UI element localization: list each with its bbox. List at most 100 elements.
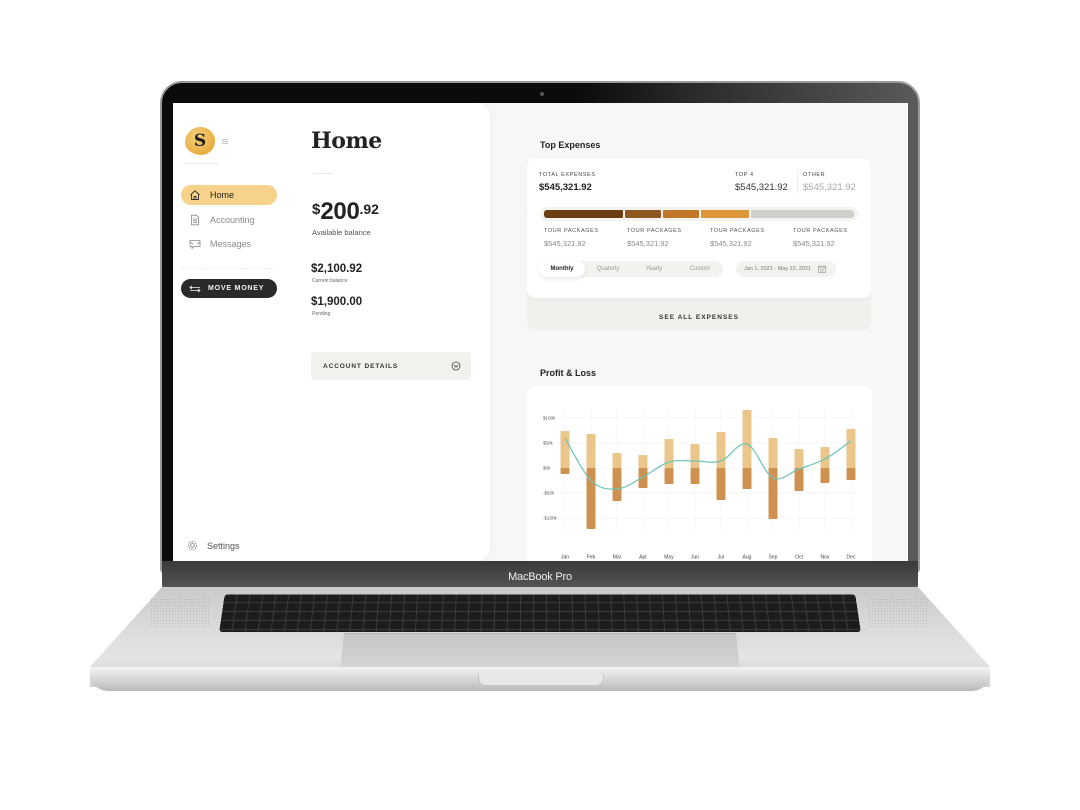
- available-balance-label: Available balance: [312, 228, 371, 237]
- move-money-button[interactable]: MOVE MONEY: [181, 279, 277, 298]
- camera-icon: [540, 92, 544, 96]
- move-money-label: MOVE MONEY: [208, 285, 265, 292]
- category-label: TOUR PACKAGES: [793, 228, 848, 234]
- top4-label: TOP 4: [735, 172, 754, 178]
- menu-icon[interactable]: [222, 139, 228, 144]
- x-tick-label: Oct: [795, 555, 803, 561]
- tab-quarterly[interactable]: Quaterly: [585, 261, 631, 277]
- net-profit-line: [564, 437, 852, 490]
- y-tick-label: $50k: [543, 441, 554, 446]
- lid-notch: [478, 674, 604, 686]
- expense-bar: [794, 468, 804, 491]
- sidebar-item-label: Home: [210, 190, 235, 200]
- x-tick-label: Jun: [691, 555, 699, 561]
- expense-segment: [662, 210, 699, 218]
- expense-bar: [742, 468, 752, 489]
- messages-icon: [189, 238, 201, 250]
- pending-label: Pending: [312, 311, 331, 317]
- x-tick-label: May: [664, 555, 674, 561]
- expense-bar: [846, 468, 856, 480]
- title-divider: [313, 173, 333, 174]
- category-value: $545,321.92: [544, 239, 586, 248]
- total-expenses-label: TOTAL EXPENSES: [539, 172, 596, 178]
- category-label: TOUR PACKAGES: [710, 228, 765, 234]
- total-expenses-value: $545,321.92: [539, 182, 592, 193]
- y-tick-label: -$100k: [543, 516, 558, 521]
- keyboard: [219, 594, 861, 632]
- speaker-grille-right: [868, 598, 928, 628]
- gear-icon: [188, 541, 197, 550]
- category-value: $545,321.92: [793, 239, 835, 248]
- balance-currency: $: [312, 201, 321, 218]
- income-bar: [716, 432, 726, 468]
- category-value: $545,321.92: [627, 239, 669, 248]
- account-details-button[interactable]: ACCOUNT DETAILS: [311, 352, 471, 380]
- calendar-icon: [818, 265, 826, 273]
- expense-bar: [716, 468, 726, 500]
- profit-loss-chart: $100k $50k $0k -$50k -$100k Jan Feb Mar Apr May Ju…: [543, 408, 857, 561]
- expense-bar: [664, 468, 674, 484]
- chevron-down-circle-icon: [451, 361, 461, 371]
- x-tick-label: Aug: [743, 555, 752, 561]
- expense-bar: [690, 468, 700, 484]
- expense-segment: [751, 210, 854, 218]
- date-range-picker[interactable]: Jan 1, 2021 - May 10, 2021: [736, 261, 836, 277]
- date-range-text: Jan 1, 2021 - May 10, 2021: [744, 266, 811, 272]
- x-tick-label: Jan: [561, 555, 569, 561]
- top-expenses-title: Top Expenses: [540, 140, 601, 150]
- y-tick-label: $100k: [543, 416, 556, 421]
- top-expenses-card: TOTAL EXPENSES $545,321.92 TOP 4 $545,32…: [527, 158, 871, 298]
- home-icon: [189, 189, 201, 201]
- x-tick-label: Apr: [639, 555, 647, 561]
- tab-yearly[interactable]: Yearly: [631, 261, 677, 277]
- balance-integer: 200: [320, 198, 360, 225]
- sidebar-item-label: Messages: [210, 239, 252, 249]
- current-balance-value: $2,100.92: [311, 263, 363, 275]
- sidebar-item-messages[interactable]: Messages: [181, 234, 277, 254]
- income-bar: [742, 410, 752, 468]
- see-all-expenses-label: SEE ALL EXPENSES: [659, 314, 739, 321]
- logo-divider: [183, 163, 219, 164]
- current-balance-label: Current balance: [312, 278, 348, 284]
- settings-link[interactable]: Settings: [187, 540, 240, 551]
- income-bar: [586, 434, 596, 468]
- sidebar-item-home[interactable]: Home: [181, 185, 277, 205]
- category-label: TOUR PACKAGES: [627, 228, 682, 234]
- expense-segment: [544, 210, 623, 218]
- summary-divider: [797, 171, 798, 193]
- period-tabs: Monthly Quaterly Yearly Custom: [539, 261, 723, 277]
- app-logo[interactable]: S: [185, 127, 215, 155]
- sidebar-item-accounting[interactable]: Accounting: [181, 210, 277, 230]
- x-tick-label: Nov: [821, 555, 830, 561]
- sidebar-item-label: Accounting: [210, 214, 255, 225]
- expense-bar: [612, 468, 622, 501]
- tab-custom[interactable]: Custom: [677, 261, 723, 277]
- expense-bar: [638, 468, 648, 488]
- top4-value: $545,321.92: [735, 182, 788, 193]
- page-title: Home: [311, 128, 382, 154]
- expense-bar: [560, 468, 570, 474]
- settings-label: Settings: [207, 540, 240, 551]
- document-icon: [189, 214, 201, 226]
- income-bar: [612, 453, 622, 468]
- balance-decimal: .92: [359, 201, 379, 217]
- x-tick-label: Mar: [613, 555, 622, 561]
- income-bar: [690, 444, 700, 468]
- sidebar-divider: [181, 268, 277, 269]
- y-tick-label: -$50k: [543, 491, 555, 496]
- income-bar: [638, 455, 648, 468]
- expense-segment: [624, 210, 661, 218]
- income-bar: [846, 429, 856, 468]
- income-bar: [794, 449, 804, 468]
- speaker-grille-left: [150, 598, 210, 628]
- x-tick-label: Dec: [847, 555, 856, 561]
- tab-monthly[interactable]: Monthly: [539, 261, 585, 277]
- category-value: $545,321.92: [710, 239, 752, 248]
- profit-loss-title: Profit & Loss: [540, 368, 597, 378]
- left-panel: S Home Accounting Messages MOVE MONEY Se…: [173, 103, 490, 561]
- income-bar: [560, 431, 570, 468]
- sidebar-nav: Home Accounting Messages: [181, 185, 277, 259]
- x-tick-label: Jul: [718, 555, 724, 561]
- logo-letter: S: [193, 131, 207, 151]
- pending-value: $1,900.00: [311, 296, 363, 308]
